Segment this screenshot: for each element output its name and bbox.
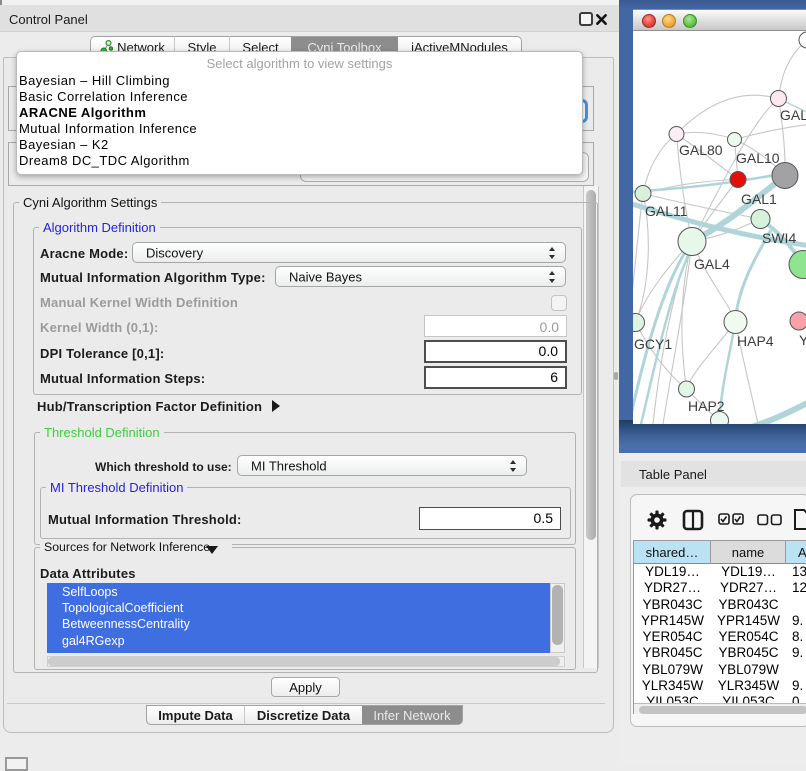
svg-text:YM: YM bbox=[799, 332, 806, 348]
svg-text:GAL4: GAL4 bbox=[694, 256, 730, 272]
svg-text:GAL11: GAL11 bbox=[645, 203, 688, 219]
svg-text:HAP2: HAP2 bbox=[688, 398, 725, 414]
svg-text:GAL1: GAL1 bbox=[741, 191, 777, 207]
svg-text:HAP4: HAP4 bbox=[737, 333, 774, 349]
svg-text:GAL10: GAL10 bbox=[736, 150, 780, 166]
svg-text:GAL80: GAL80 bbox=[679, 142, 723, 158]
svg-text:GCY1: GCY1 bbox=[634, 336, 672, 352]
svg-text:SWI4: SWI4 bbox=[762, 230, 796, 246]
svg-text:GAL2: GAL2 bbox=[780, 107, 806, 123]
